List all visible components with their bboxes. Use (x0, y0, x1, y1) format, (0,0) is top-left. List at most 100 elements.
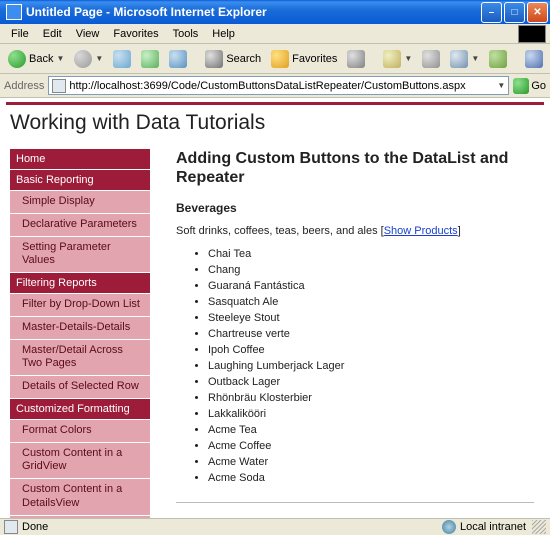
menu-favorites[interactable]: Favorites (106, 26, 165, 42)
back-button[interactable]: Back▼ (4, 48, 68, 70)
product-list-item: Lakkalikööri (208, 407, 534, 423)
status-text: Done (22, 521, 48, 533)
refresh-icon (141, 50, 159, 68)
favorites-label: Favorites (292, 53, 337, 65)
article-title: Adding Custom Buttons to the DataList an… (176, 149, 534, 187)
sidebar-item[interactable]: Format Colors (10, 420, 150, 442)
sidebar-category[interactable]: Customized Formatting (10, 399, 150, 419)
extra-icon-1 (525, 50, 543, 68)
mail-button[interactable]: ▼ (379, 48, 416, 70)
go-label: Go (531, 80, 546, 92)
toolbar: Back▼ ▼ Search Favorites ▼ ▼ (0, 44, 550, 74)
product-list-item: Sasquatch Ale (208, 295, 534, 311)
minimize-button[interactable]: – (481, 2, 502, 23)
product-list-item: Guaraná Fantástica (208, 279, 534, 295)
ie-throbber-icon (518, 25, 546, 43)
messenger-icon (489, 50, 507, 68)
address-dropdown-icon[interactable]: ▼ (497, 81, 505, 90)
mail-icon (383, 50, 401, 68)
zone-text: Local intranet (460, 521, 526, 533)
resize-grip[interactable] (532, 520, 546, 534)
product-list-item: Rhönbräu Klosterbier (208, 391, 534, 407)
sidebar-item[interactable]: Master/Detail Across Two Pages (10, 340, 150, 376)
forward-button[interactable]: ▼ (70, 48, 107, 70)
page-icon (52, 79, 66, 93)
home-button[interactable] (165, 48, 191, 70)
sidebar-nav: HomeBasic ReportingSimple DisplayDeclara… (10, 149, 150, 518)
product-list-item: Acme Coffee (208, 439, 534, 455)
page-viewport: Working with Data Tutorials HomeBasic Re… (0, 98, 550, 518)
titlebar: Untitled Page - Microsoft Internet Explo… (0, 0, 550, 24)
product-list-item: Acme Tea (208, 423, 534, 439)
menubar: File Edit View Favorites Tools Help (0, 24, 550, 44)
sidebar-item[interactable]: Setting Parameter Values (10, 237, 150, 273)
section-divider (176, 502, 534, 503)
go-icon (513, 78, 529, 94)
section-desc-beverages: Soft drinks, coffees, teas, beers, and a… (176, 225, 534, 237)
stop-icon (113, 50, 131, 68)
sidebar-item[interactable]: Custom Content in a GridView (10, 443, 150, 479)
sidebar-category[interactable]: Basic Reporting (10, 170, 150, 190)
sidebar-category[interactable]: Filtering Reports (10, 273, 150, 293)
menu-help[interactable]: Help (205, 26, 242, 42)
back-dropdown-icon[interactable]: ▼ (56, 54, 64, 63)
product-list-item: Acme Water (208, 455, 534, 471)
favorites-icon (271, 50, 289, 68)
product-list-item: Chai Tea (208, 247, 534, 263)
search-label: Search (226, 53, 261, 65)
product-list-item: Ipoh Coffee (208, 343, 534, 359)
address-input[interactable] (69, 80, 494, 92)
edit-icon (450, 50, 468, 68)
menu-edit[interactable]: Edit (36, 26, 69, 42)
edit-dropdown-icon[interactable]: ▼ (471, 54, 479, 63)
close-button[interactable]: ✕ (527, 2, 548, 23)
search-icon (205, 50, 223, 68)
sidebar-category[interactable]: Home (10, 149, 150, 169)
address-bar: Address ▼ Go (0, 74, 550, 98)
address-field[interactable]: ▼ (48, 76, 509, 95)
main-content: Adding Custom Buttons to the DataList an… (150, 149, 540, 518)
print-button[interactable] (418, 48, 444, 70)
product-list-item: Steeleye Stout (208, 311, 534, 327)
print-icon (422, 50, 440, 68)
messenger-button[interactable] (485, 48, 511, 70)
address-label: Address (4, 80, 44, 92)
sidebar-item[interactable]: Custom Content in a DetailsView (10, 479, 150, 515)
history-icon (347, 50, 365, 68)
sidebar-item[interactable]: Simple Display (10, 191, 150, 213)
stop-button[interactable] (109, 48, 135, 70)
extra-button-1[interactable] (521, 48, 547, 70)
forward-dropdown-icon[interactable]: ▼ (95, 54, 103, 63)
sidebar-item[interactable]: Master-Details-Details (10, 317, 150, 339)
maximize-button[interactable]: □ (504, 2, 525, 23)
edit-button[interactable]: ▼ (446, 48, 483, 70)
show-products-link[interactable]: Show Products (384, 225, 458, 237)
home-icon (169, 50, 187, 68)
back-label: Back (29, 53, 53, 65)
site-title: Working with Data Tutorials (0, 105, 550, 149)
product-list-item: Chartreuse verte (208, 327, 534, 343)
sidebar-item[interactable]: Details of Selected Row (10, 376, 150, 398)
history-button[interactable] (343, 48, 369, 70)
refresh-button[interactable] (137, 48, 163, 70)
menu-file[interactable]: File (4, 26, 36, 42)
product-list-item: Chang (208, 263, 534, 279)
product-list-item: Laughing Lumberjack Lager (208, 359, 534, 375)
back-icon (8, 50, 26, 68)
sidebar-item[interactable]: Declarative Parameters (10, 214, 150, 236)
forward-icon (74, 50, 92, 68)
mail-dropdown-icon[interactable]: ▼ (404, 54, 412, 63)
search-button[interactable]: Search (201, 48, 265, 70)
favorites-button[interactable]: Favorites (267, 48, 341, 70)
window-title: Untitled Page - Microsoft Internet Explo… (26, 5, 267, 19)
product-list-beverages: Chai TeaChangGuaraná FantásticaSasquatch… (208, 247, 534, 486)
desc-text: ] (458, 225, 461, 237)
product-list-item: Acme Soda (208, 471, 534, 487)
menu-tools[interactable]: Tools (166, 26, 206, 42)
sidebar-item[interactable]: Filter by Drop-Down List (10, 294, 150, 316)
status-bar: Done Local intranet (0, 518, 550, 535)
menu-view[interactable]: View (69, 26, 107, 42)
section-heading-beverages: Beverages (176, 201, 534, 215)
go-button[interactable]: Go (513, 78, 546, 94)
zone-icon (442, 520, 456, 534)
